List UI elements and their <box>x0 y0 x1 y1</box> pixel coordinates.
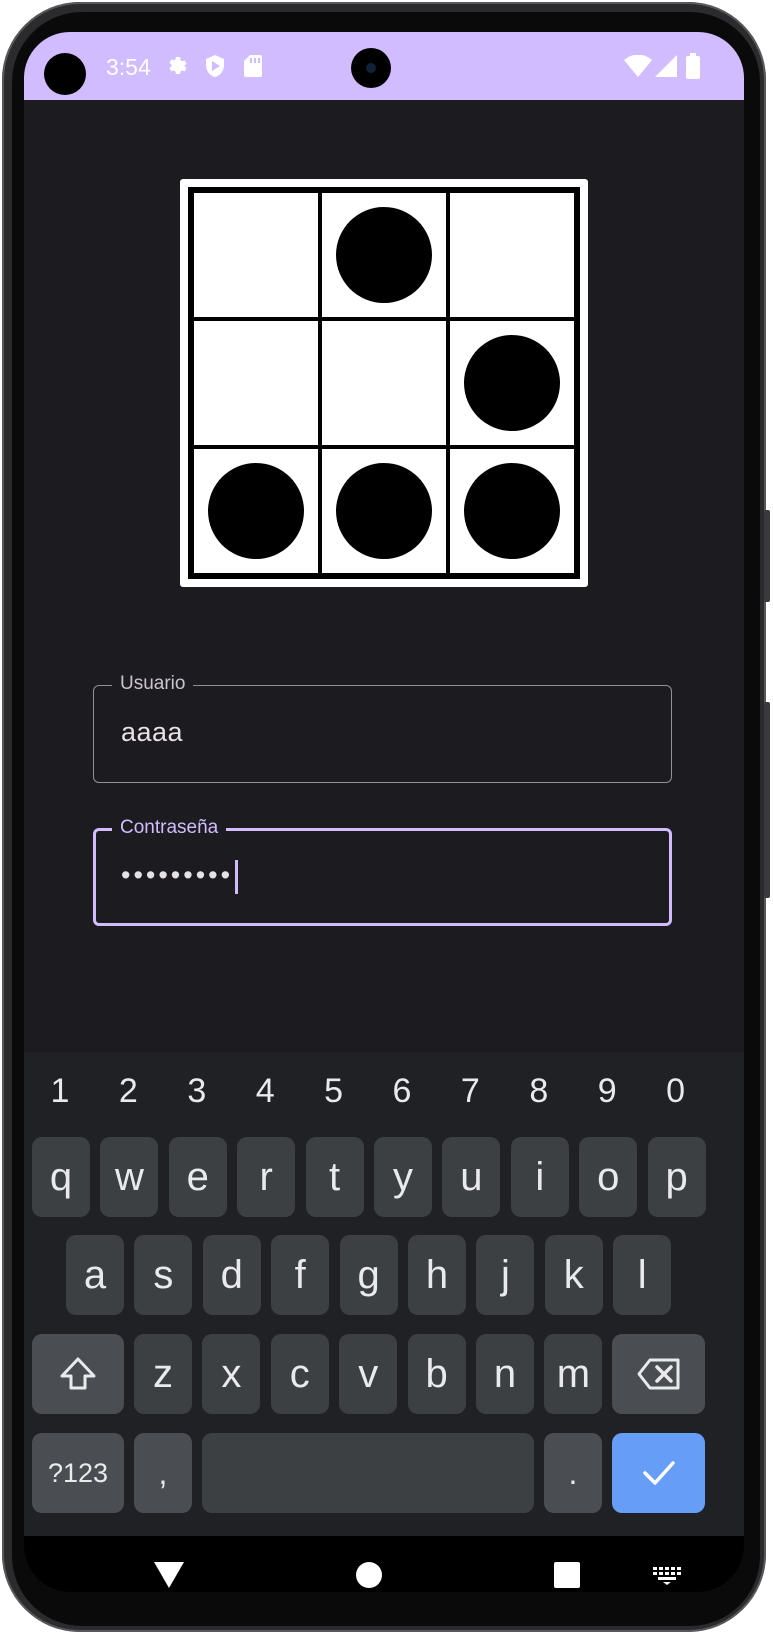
username-field[interactable]: Usuario aaaa <box>93 672 672 783</box>
key-d[interactable]: d <box>202 1235 261 1315</box>
glider-logo <box>180 179 588 587</box>
key-z[interactable]: z <box>134 1334 192 1414</box>
number-key-3[interactable]: 3 <box>172 1072 222 1111</box>
glider-dot <box>336 207 432 303</box>
key-l[interactable]: l <box>613 1235 672 1315</box>
glider-cell <box>192 447 320 575</box>
backspace-icon <box>637 1358 679 1390</box>
gear-icon <box>166 54 190 78</box>
comma-key[interactable]: , <box>134 1433 192 1513</box>
backspace-key[interactable] <box>612 1334 705 1414</box>
glider-dot <box>208 463 304 559</box>
key-p[interactable]: p <box>647 1137 706 1217</box>
phone-frame: 3:54 Usuario aaaa Contraseña ••••••••• 1… <box>0 0 773 1636</box>
shift-key[interactable] <box>32 1334 124 1414</box>
key-r[interactable]: r <box>237 1137 296 1217</box>
glider-dot <box>464 335 560 431</box>
key-n[interactable]: n <box>476 1334 534 1414</box>
glider-dot <box>464 463 560 559</box>
number-key-2[interactable]: 2 <box>103 1072 153 1111</box>
wifi-icon <box>624 54 652 78</box>
key-t[interactable]: t <box>305 1137 364 1217</box>
glider-cell <box>448 191 576 319</box>
number-key-0[interactable]: 0 <box>651 1072 701 1111</box>
key-j[interactable]: j <box>476 1235 535 1315</box>
glider-cell <box>320 319 448 447</box>
front-camera <box>351 48 391 88</box>
volume-button <box>764 510 770 602</box>
key-o[interactable]: o <box>579 1137 638 1217</box>
battery-icon <box>685 53 701 79</box>
done-key[interactable] <box>612 1433 705 1513</box>
key-v[interactable]: v <box>339 1334 398 1414</box>
key-g[interactable]: g <box>339 1235 398 1315</box>
number-key-7[interactable]: 7 <box>445 1072 495 1111</box>
sd-card-icon <box>241 54 265 78</box>
key-c[interactable]: c <box>270 1334 329 1414</box>
key-y[interactable]: y <box>374 1137 432 1217</box>
number-key-4[interactable]: 4 <box>240 1072 290 1111</box>
navigation-bar <box>24 1536 744 1592</box>
key-s[interactable]: s <box>134 1235 193 1315</box>
text-caret <box>235 860 239 894</box>
status-time: 3:54 <box>106 54 151 80</box>
shield-play-icon <box>203 54 227 78</box>
username-value: aaaa <box>121 717 184 747</box>
recents-icon[interactable] <box>554 1562 580 1588</box>
glider-dot <box>336 463 432 559</box>
key-k[interactable]: k <box>544 1235 603 1315</box>
glider-cell <box>448 447 576 575</box>
glider-cell <box>320 191 448 319</box>
key-q[interactable]: q <box>32 1137 90 1217</box>
key-i[interactable]: i <box>510 1137 569 1217</box>
symbols-key[interactable]: ?123 <box>32 1433 124 1513</box>
key-x[interactable]: x <box>202 1334 261 1414</box>
back-icon[interactable] <box>154 1562 184 1588</box>
key-m[interactable]: m <box>544 1334 603 1414</box>
key-h[interactable]: h <box>408 1235 466 1315</box>
password-value: ••••••••• <box>121 860 234 891</box>
keyboard-switch-icon[interactable] <box>653 1567 681 1585</box>
screen: 3:54 Usuario aaaa Contraseña ••••••••• 1… <box>24 32 744 1592</box>
status-bar: 3:54 <box>24 32 744 100</box>
number-key-5[interactable]: 5 <box>309 1072 359 1111</box>
power-button <box>764 702 770 898</box>
key-e[interactable]: e <box>168 1137 227 1217</box>
password-field[interactable]: Contraseña ••••••••• <box>93 816 672 926</box>
notification-avatar <box>44 53 86 95</box>
key-w[interactable]: w <box>100 1137 159 1217</box>
space-key[interactable] <box>202 1433 534 1513</box>
period-key[interactable]: . <box>544 1433 602 1513</box>
soft-keyboard: 1234567890 qwertyuiop asdfghjkl zxcvbnm … <box>24 1052 744 1536</box>
number-row: 1234567890 <box>24 1052 744 1138</box>
number-key-8[interactable]: 8 <box>514 1072 564 1111</box>
number-key-9[interactable]: 9 <box>582 1072 632 1111</box>
password-label: Contraseña <box>112 816 227 840</box>
glider-cell <box>192 319 320 447</box>
glider-cell <box>192 191 320 319</box>
username-label: Usuario <box>112 672 194 696</box>
signal-icon <box>654 54 678 78</box>
key-u[interactable]: u <box>442 1137 501 1217</box>
number-key-6[interactable]: 6 <box>377 1072 427 1111</box>
glider-grid <box>188 187 580 579</box>
glider-cell <box>320 447 448 575</box>
home-icon[interactable] <box>356 1562 382 1588</box>
key-f[interactable]: f <box>271 1235 330 1315</box>
check-icon <box>642 1461 675 1485</box>
number-key-1[interactable]: 1 <box>35 1072 85 1111</box>
key-b[interactable]: b <box>407 1334 466 1414</box>
key-a[interactable]: a <box>66 1235 124 1315</box>
glider-cell <box>448 319 576 447</box>
shift-icon <box>60 1357 96 1390</box>
